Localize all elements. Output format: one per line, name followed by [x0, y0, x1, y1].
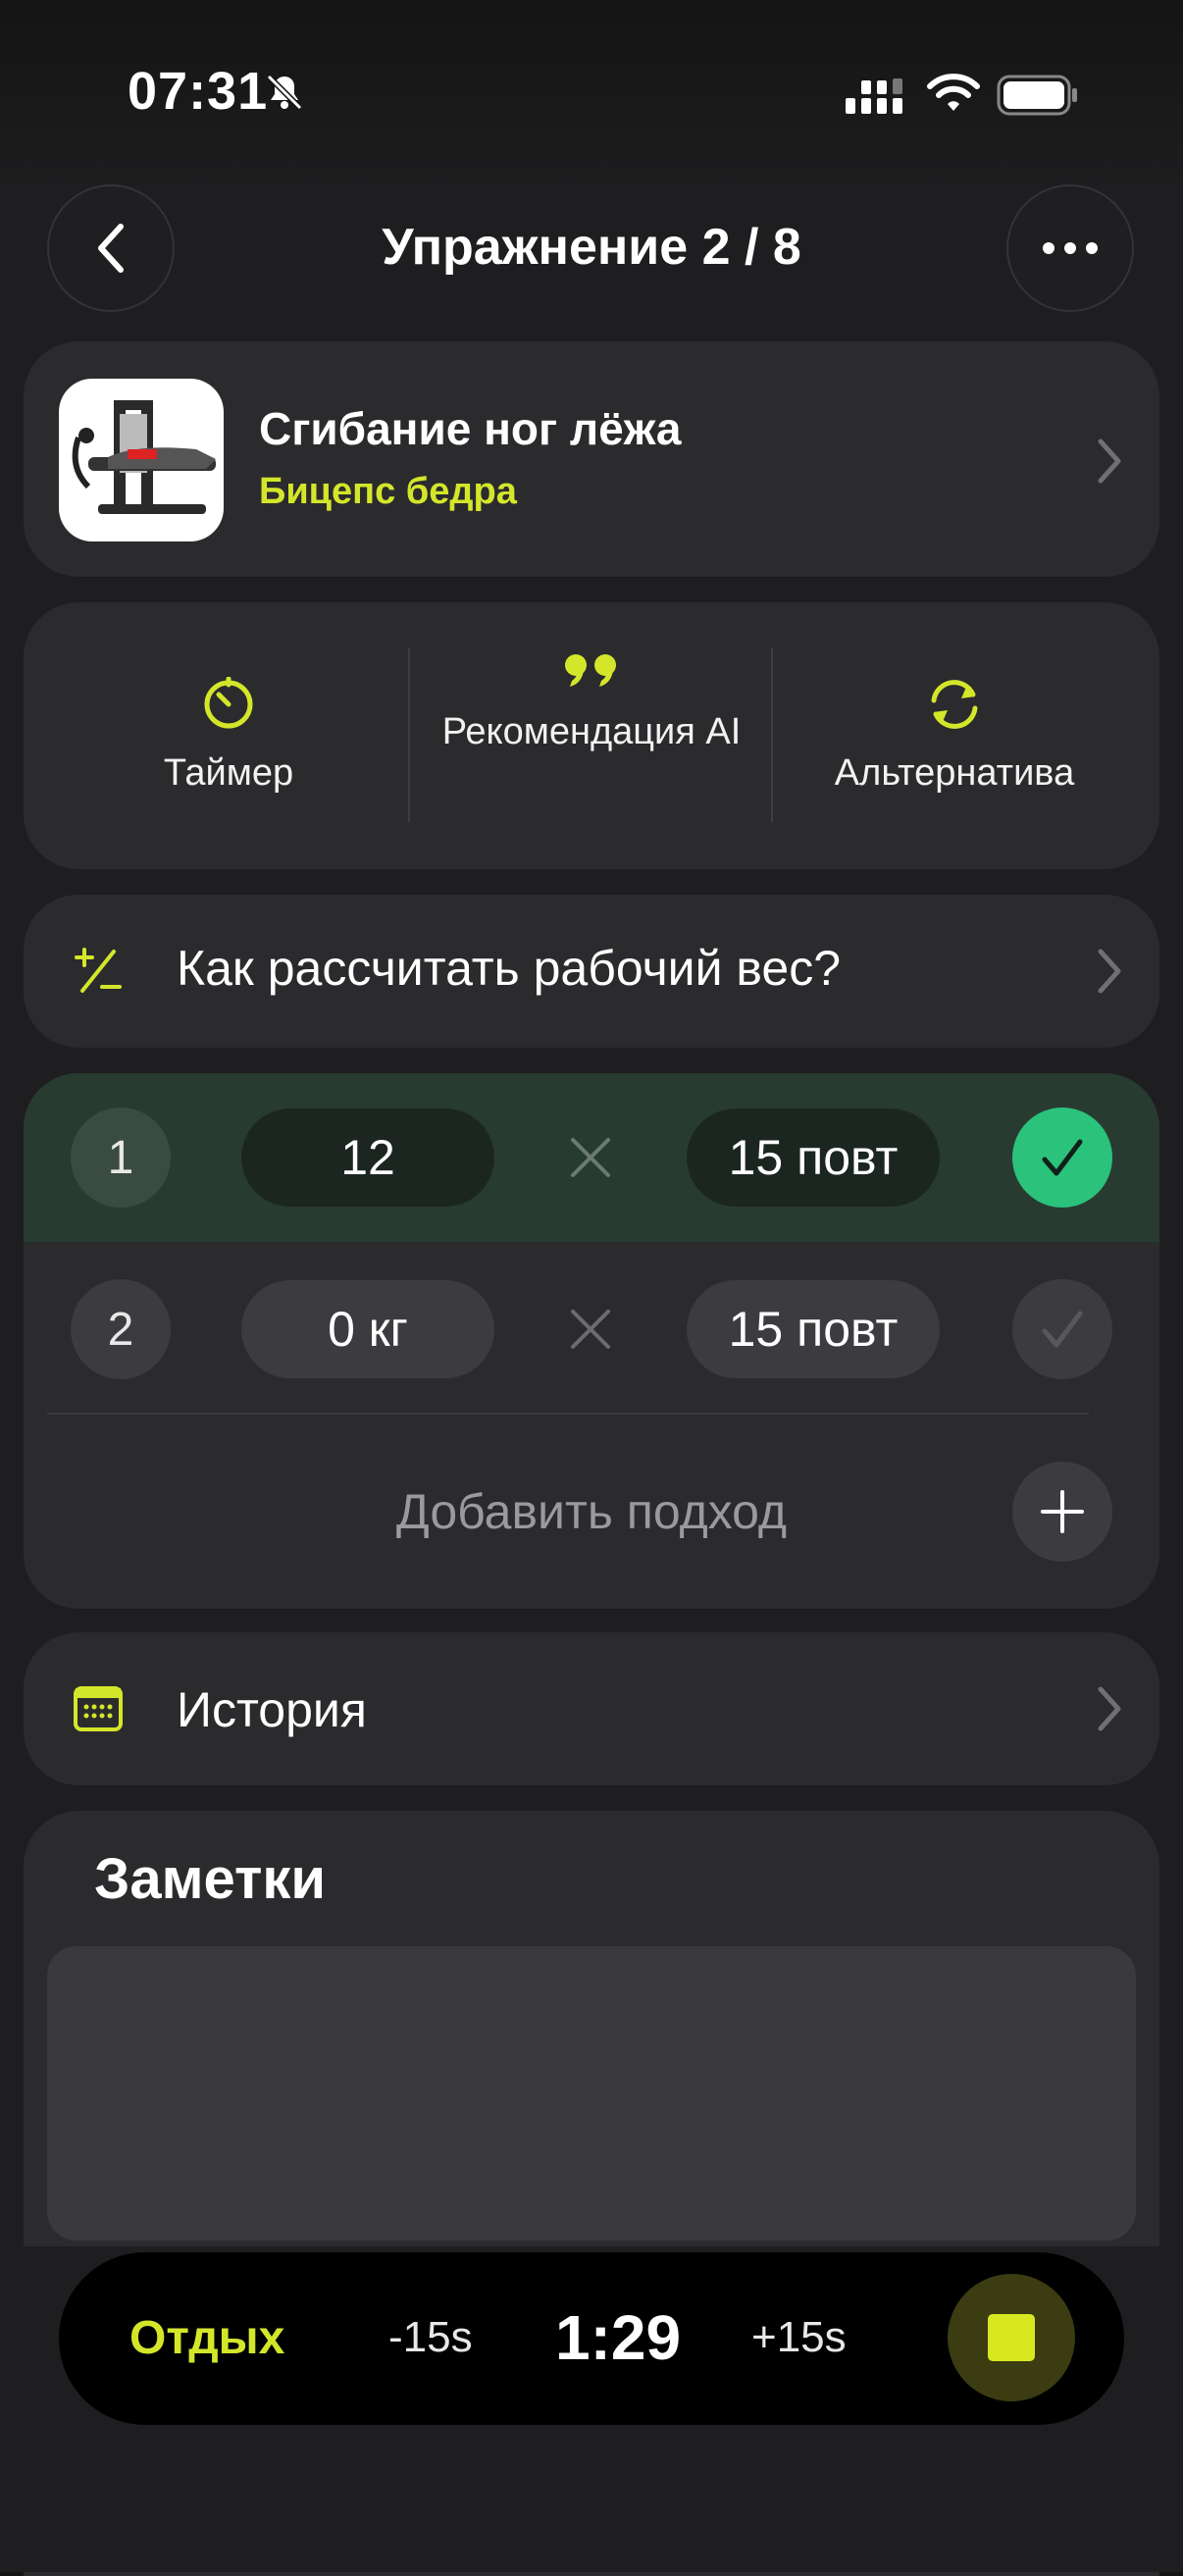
times-icon: [571, 1310, 610, 1349]
more-dots-icon: [1043, 242, 1098, 254]
rest-timer: 1:29: [555, 2302, 682, 2373]
set-reps-input[interactable]: 15 повт: [687, 1108, 940, 1207]
rest-label: Отдых: [129, 2312, 285, 2364]
times-icon: [571, 1138, 610, 1177]
wifi-icon: [927, 74, 980, 111]
bell-muted-icon: [266, 74, 303, 111]
quote-icon: [565, 654, 616, 687]
alternative-action[interactable]: Альтернатива: [773, 677, 1136, 799]
set-complete-toggle[interactable]: [1012, 1108, 1112, 1208]
more-button[interactable]: [1006, 184, 1134, 312]
add-set-button[interactable]: Добавить подход: [0, 1483, 1183, 1540]
exercise-name: Сгибание ног лёжа: [259, 403, 682, 454]
chevron-right-icon: [1098, 1686, 1121, 1731]
leg-curl-machine-image: [72, 400, 216, 514]
notes-textarea[interactable]: [47, 1946, 1136, 2241]
status-time: 07:31: [128, 62, 269, 121]
plus-minus-icon: [75, 948, 122, 993]
timer-label: Таймер: [163, 752, 294, 794]
checkmark-icon: [1042, 1139, 1083, 1176]
set-number: 1: [71, 1108, 171, 1208]
add-set-plus-button[interactable]: [1012, 1462, 1112, 1562]
stop-icon: [988, 2314, 1035, 2361]
battery-icon: [997, 75, 1077, 116]
exercise-muscle: Бицепс бедра: [259, 471, 517, 512]
divider: [47, 1413, 1089, 1415]
cellular-signal-icon: [846, 78, 902, 114]
set-weight-input[interactable]: 0 кг: [241, 1280, 494, 1378]
set-reps-input[interactable]: 15 повт: [687, 1280, 940, 1378]
exercise-thumbnail: [59, 379, 224, 541]
ai-recommendation-label: Рекомендация AI: [441, 711, 742, 752]
set-number: 2: [71, 1279, 171, 1379]
checkmark-icon: [1042, 1311, 1083, 1348]
alternative-label: Альтернатива: [834, 752, 1075, 794]
timer-action[interactable]: Таймер: [47, 676, 410, 799]
ai-recommendation-action[interactable]: Рекомендация AI: [410, 651, 773, 758]
stop-button[interactable]: [948, 2274, 1075, 2401]
set-complete-toggle[interactable]: [1012, 1279, 1112, 1379]
history-label: История: [177, 1682, 367, 1737]
calendar-icon: [74, 1686, 123, 1731]
chevron-right-icon: [1098, 438, 1121, 484]
plus-15s-button[interactable]: +15s: [751, 2313, 847, 2362]
minus-15s-button[interactable]: -15s: [388, 2313, 473, 2362]
chevron-right-icon: [1098, 949, 1121, 994]
timer-icon: [204, 676, 253, 729]
work-weight-label: Как рассчитать рабочий вес?: [177, 941, 842, 996]
refresh-icon: [931, 680, 978, 729]
plus-icon: [1041, 1490, 1084, 1533]
notes-title: Заметки: [94, 1847, 327, 1911]
set-weight-input[interactable]: 12: [241, 1108, 494, 1207]
